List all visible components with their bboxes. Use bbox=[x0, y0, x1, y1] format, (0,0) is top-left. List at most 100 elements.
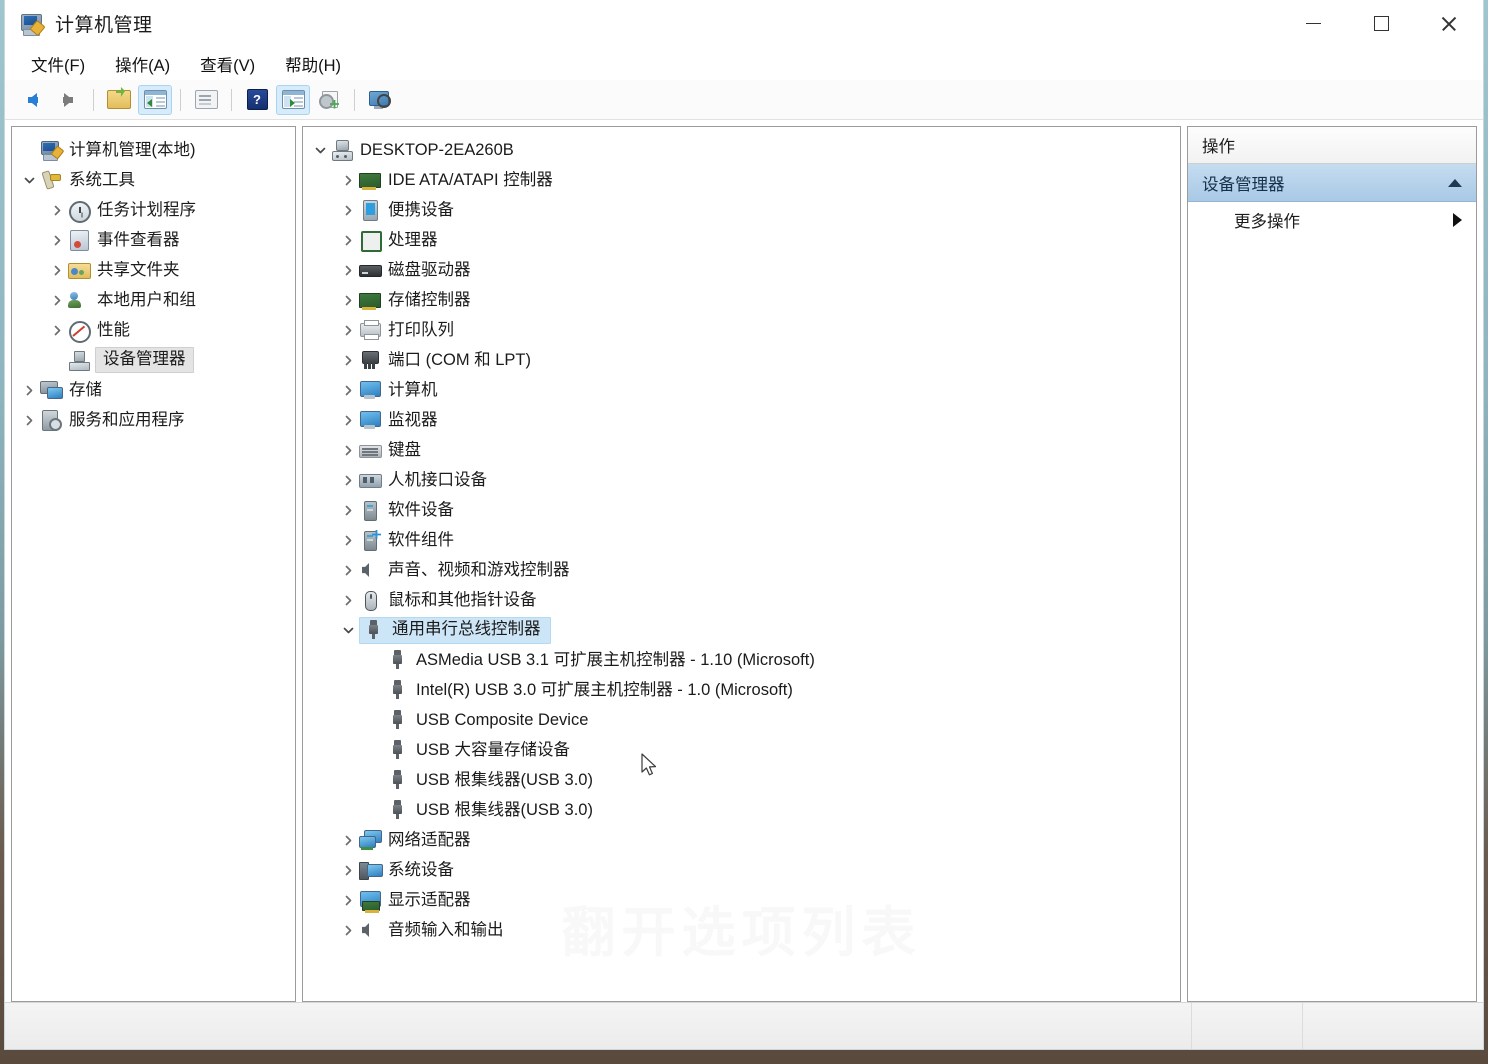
chevron-right-icon[interactable] bbox=[337, 234, 359, 247]
device-category-audio-io[interactable]: 音频输入和输出 bbox=[303, 915, 1180, 945]
show-hide-console-tree-button[interactable] bbox=[138, 84, 172, 115]
triangle-up-icon[interactable] bbox=[1448, 178, 1462, 187]
tree-item-label: 系统工具 bbox=[69, 170, 135, 189]
device-category-ide-controller[interactable]: IDE ATA/ATAPI 控制器 bbox=[303, 165, 1180, 195]
chevron-right-icon[interactable] bbox=[337, 354, 359, 367]
chevron-right-icon[interactable] bbox=[337, 534, 359, 547]
chevron-right-icon[interactable] bbox=[337, 504, 359, 517]
chevron-right-icon[interactable] bbox=[18, 414, 40, 427]
chevron-right-icon[interactable] bbox=[18, 384, 40, 397]
chevron-right-icon[interactable] bbox=[46, 324, 68, 337]
device-item-usb-composite-device[interactable]: USB Composite Device bbox=[303, 705, 1180, 735]
back-button[interactable] bbox=[15, 85, 49, 115]
device-item-intel-usb30[interactable]: Intel(R) USB 3.0 可扩展主机控制器 - 1.0 (Microso… bbox=[303, 675, 1180, 705]
device-category-mouse[interactable]: 鼠标和其他指针设备 bbox=[303, 585, 1180, 615]
tree-item-computer-management-root[interactable]: 计算机管理(本地) bbox=[12, 135, 295, 165]
chevron-right-icon[interactable] bbox=[337, 204, 359, 217]
tree-item-device-manager[interactable]: 设备管理器 bbox=[12, 345, 295, 375]
minimize-button[interactable] bbox=[1279, 0, 1347, 47]
mouse-icon bbox=[359, 590, 381, 611]
device-category-keyboard[interactable]: 键盘 bbox=[303, 435, 1180, 465]
triangle-right-icon[interactable] bbox=[1453, 213, 1462, 227]
actions-group-device-manager[interactable]: 设备管理器 bbox=[1188, 164, 1476, 202]
chevron-right-icon[interactable] bbox=[46, 264, 68, 277]
properties-button[interactable] bbox=[189, 85, 223, 115]
device-item-asmedia-usb31[interactable]: ASMedia USB 3.1 可扩展主机控制器 - 1.10 (Microso… bbox=[303, 645, 1180, 675]
device-category-disk-drive[interactable]: 磁盘驱动器 bbox=[303, 255, 1180, 285]
up-folder-button[interactable] bbox=[102, 85, 136, 115]
device-category-display-adapter[interactable]: 显示适配器 bbox=[303, 885, 1180, 915]
chevron-right-icon[interactable] bbox=[337, 324, 359, 337]
chevron-down-icon[interactable] bbox=[337, 624, 359, 637]
chevron-right-icon[interactable] bbox=[337, 264, 359, 277]
tree-item-performance[interactable]: 性能 bbox=[12, 315, 295, 345]
chevron-right-icon[interactable] bbox=[337, 294, 359, 307]
device-category-sound-video-game[interactable]: 声音、视频和游戏控制器 bbox=[303, 555, 1180, 585]
device-category-processor[interactable]: 处理器 bbox=[303, 225, 1180, 255]
ide-controller-icon bbox=[359, 170, 381, 190]
menu-file[interactable]: 文件(F) bbox=[19, 49, 97, 79]
chevron-right-icon[interactable] bbox=[337, 864, 359, 877]
tree-item-shared-folders[interactable]: 共享文件夹 bbox=[12, 255, 295, 285]
status-bar bbox=[5, 1002, 1483, 1049]
scan-hardware-button[interactable] bbox=[363, 85, 397, 115]
device-item-usb-root-hub-2[interactable]: USB 根集线器(USB 3.0) bbox=[303, 795, 1180, 825]
tree-item-label: 计算机管理(本地) bbox=[69, 140, 196, 159]
device-category-label: 音频输入和输出 bbox=[388, 920, 504, 939]
device-category-label: 系统设备 bbox=[388, 860, 454, 879]
tree-item-label: 存储 bbox=[69, 380, 102, 399]
device-category-storage-controller[interactable]: 存储控制器 bbox=[303, 285, 1180, 315]
device-category-monitor[interactable]: 监视器 bbox=[303, 405, 1180, 435]
device-tree-root[interactable]: DESKTOP-2EA260B bbox=[303, 135, 1180, 165]
device-item-usb-mass-storage[interactable]: USB 大容量存储设备 bbox=[303, 735, 1180, 765]
chevron-right-icon[interactable] bbox=[337, 894, 359, 907]
processor-icon bbox=[359, 230, 382, 252]
device-category-computer[interactable]: 计算机 bbox=[303, 375, 1180, 405]
device-category-ports[interactable]: 端口 (COM 和 LPT) bbox=[303, 345, 1180, 375]
chevron-right-icon[interactable] bbox=[337, 564, 359, 577]
more-actions-row[interactable]: 更多操作 bbox=[1188, 202, 1476, 238]
chevron-right-icon[interactable] bbox=[337, 834, 359, 847]
tree-item-storage[interactable]: 存储 bbox=[12, 375, 295, 405]
chevron-right-icon[interactable] bbox=[337, 474, 359, 487]
storage-controller-icon bbox=[359, 290, 381, 310]
tree-item-services-applications[interactable]: 服务和应用程序 bbox=[12, 405, 295, 435]
window-title: 计算机管理 bbox=[55, 15, 153, 36]
chevron-right-icon[interactable] bbox=[337, 444, 359, 457]
device-item-label: USB 大容量存储设备 bbox=[416, 740, 571, 759]
device-category-software-device[interactable]: 软件设备 bbox=[303, 495, 1180, 525]
chevron-right-icon[interactable] bbox=[337, 414, 359, 427]
chevron-down-icon[interactable] bbox=[309, 144, 331, 157]
tree-item-system-tools[interactable]: 系统工具 bbox=[12, 165, 295, 195]
device-category-print-queue[interactable]: 打印队列 bbox=[303, 315, 1180, 345]
menu-help[interactable]: 帮助(H) bbox=[273, 49, 353, 79]
tree-item-task-scheduler[interactable]: 任务计划程序 bbox=[12, 195, 295, 225]
menu-view[interactable]: 查看(V) bbox=[188, 49, 267, 79]
show-hide-action-pane-button[interactable] bbox=[276, 84, 310, 115]
chevron-right-icon[interactable] bbox=[46, 294, 68, 307]
maximize-button[interactable] bbox=[1347, 0, 1415, 47]
update-driver-button[interactable] bbox=[312, 85, 346, 115]
portable-device-icon bbox=[359, 200, 381, 221]
tree-item-event-viewer[interactable]: 事件查看器 bbox=[12, 225, 295, 255]
chevron-right-icon[interactable] bbox=[337, 174, 359, 187]
tree-item-local-users-groups[interactable]: 本地用户和组 bbox=[12, 285, 295, 315]
chevron-right-icon[interactable] bbox=[46, 204, 68, 217]
device-category-hid[interactable]: 人机接口设备 bbox=[303, 465, 1180, 495]
device-item-usb-root-hub-1[interactable]: USB 根集线器(USB 3.0) bbox=[303, 765, 1180, 795]
device-category-software-component[interactable]: 软件组件 bbox=[303, 525, 1180, 555]
device-category-system-device[interactable]: 系统设备 bbox=[303, 855, 1180, 885]
chevron-right-icon[interactable] bbox=[46, 234, 68, 247]
toolbar-separator bbox=[93, 88, 94, 111]
chevron-right-icon[interactable] bbox=[337, 384, 359, 397]
chevron-right-icon[interactable] bbox=[337, 924, 359, 937]
device-category-usb-controller[interactable]: 通用串行总线控制器 bbox=[303, 615, 1180, 645]
chevron-down-icon[interactable] bbox=[18, 174, 40, 187]
close-button[interactable] bbox=[1415, 0, 1483, 47]
menu-action[interactable]: 操作(A) bbox=[103, 49, 182, 79]
device-category-portable-device[interactable]: 便携设备 bbox=[303, 195, 1180, 225]
device-category-network-adapter[interactable]: 网络适配器 bbox=[303, 825, 1180, 855]
chevron-right-icon[interactable] bbox=[337, 594, 359, 607]
help-button[interactable]: ? bbox=[240, 85, 274, 115]
forward-button[interactable] bbox=[51, 85, 85, 115]
